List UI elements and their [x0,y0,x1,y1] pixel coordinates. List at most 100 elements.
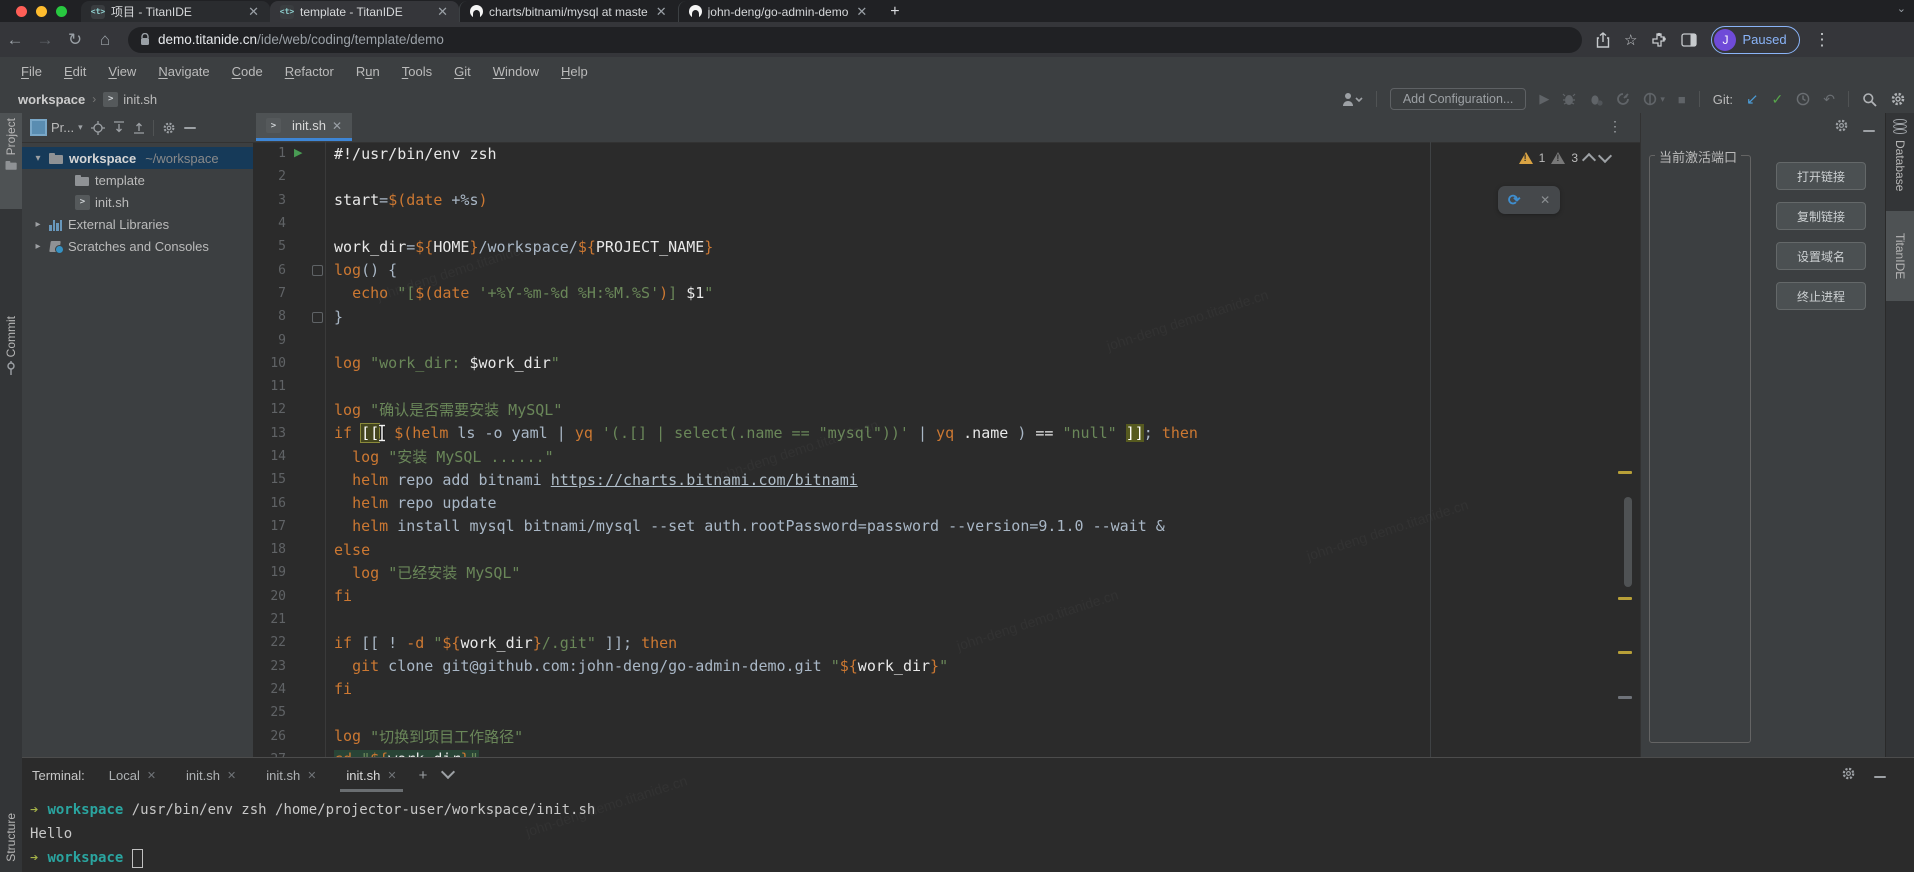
fold-marker-icon[interactable] [312,312,323,323]
tree-row[interactable]: template [22,169,253,191]
panel-settings-gear-icon[interactable] [1834,118,1849,138]
maximize-window-icon[interactable] [56,6,67,17]
info-mark[interactable] [1618,696,1632,699]
rollback-icon[interactable]: ↶ [1823,91,1835,108]
code-line[interactable]: log "work_dir: $work_dir" [325,352,1640,375]
code-line[interactable]: if [[ ! -d "${work_dir}/.git" ]]; then [325,631,1640,654]
panel-settings-gear-icon[interactable] [162,121,176,135]
macos-window-controls[interactable] [0,0,81,22]
user-dropdown-icon[interactable] [1341,92,1363,107]
close-icon[interactable]: ✕ [332,119,342,133]
warning-mark[interactable] [1618,597,1632,600]
tree-expander-icon[interactable]: ▸ [32,241,44,252]
browser-tab[interactable]: john-deng/go-admin-demo✕ [678,1,879,22]
scrollbar-thumb[interactable] [1624,497,1632,587]
code-line[interactable]: } [325,305,1640,328]
breadcrumb-file[interactable]: init.sh [123,92,157,107]
terminal-output[interactable]: ➔workspace /usr/bin/env zsh /home/projec… [22,792,1914,870]
menu-edit[interactable]: Edit [53,64,97,79]
code-line[interactable] [325,375,1640,398]
code-row[interactable]: 16 helm repo update [253,491,1640,514]
code-row[interactable]: 11 [253,375,1640,398]
warning-mark[interactable] [1618,651,1632,654]
code-line[interactable] [325,212,1640,235]
refresh-icon[interactable]: ⟳ [1508,191,1521,209]
code-row[interactable]: 26log "切换到项目工作路径" [253,724,1640,747]
forward-icon[interactable]: → [30,30,60,50]
editor-tab-init-sh[interactable]: > init.sh ✕ [256,113,352,141]
settings-gear-icon[interactable] [1890,91,1906,107]
code-line[interactable]: fi [325,585,1640,608]
code-line[interactable]: git clone git@github.com:john-deng/go-ad… [325,655,1640,678]
code-line[interactable]: log() { [325,258,1640,281]
code-line[interactable]: #!/usr/bin/env zsh [325,142,1640,165]
code-row[interactable]: 2 [253,165,1640,188]
code-row[interactable]: 15 helm repo add bitnami https://charts.… [253,468,1640,491]
menu-navigate[interactable]: Navigate [147,64,220,79]
close-tab-icon[interactable]: ✕ [654,4,669,20]
code-line[interactable]: log "切换到项目工作路径" [325,724,1640,747]
code-line[interactable]: cd "${work_dir}" [325,748,1640,757]
tool-stripe-titanide[interactable]: TitanIDE [1886,211,1914,301]
code-row[interactable]: 5work_dir=${HOME}/workspace/${PROJECT_NA… [253,235,1640,258]
browser-tab[interactable]: <t>项目 - TitanIDE✕ [81,1,270,22]
code-line[interactable] [325,701,1640,724]
address-bar[interactable]: demo.titanide.cn/ide/web/coding/template… [128,27,1582,53]
close-icon[interactable]: ✕ [227,769,236,782]
menu-view[interactable]: View [97,64,147,79]
code-line[interactable]: log "确认是否需要安装 MySQL" [325,398,1640,421]
terminal-tab[interactable]: init.sh✕ [260,758,322,792]
code-row[interactable]: 1▶#!/usr/bin/env zsh [253,142,1640,165]
error-stripe[interactable] [1618,142,1634,757]
close-tab-icon[interactable]: ✕ [435,4,450,20]
back-icon[interactable]: ← [0,30,30,50]
editor-options-kebab-icon[interactable]: ⋮ [1608,118,1622,135]
code-row[interactable]: 25 [253,701,1640,724]
code-row[interactable]: 9 [253,328,1640,351]
attach-debug-icon[interactable] [1589,92,1603,106]
code-line[interactable] [325,328,1640,351]
minimize-window-icon[interactable] [36,6,47,17]
code-row[interactable]: 10log "work_dir: $work_dir" [253,352,1640,375]
code-row[interactable]: 22if [[ ! -d "${work_dir}/.git" ]]; then [253,631,1640,654]
debug-bug-icon[interactable] [1562,92,1576,106]
terminal-tab[interactable]: init.sh✕ [340,758,402,792]
refresh-popup[interactable]: ⟳ ✕ [1498,186,1560,214]
close-tab-icon[interactable]: ✕ [854,4,869,20]
port-button[interactable]: 设置域名 [1776,242,1866,270]
editor-body[interactable]: 1▶#!/usr/bin/env zsh23start=$(date +%s)4… [253,142,1640,757]
menu-tools[interactable]: Tools [391,64,443,79]
extensions-puzzle-icon[interactable] [1651,32,1667,48]
code-line[interactable]: start=$(date +%s) [325,189,1640,212]
new-terminal-plus-icon[interactable]: + [419,767,428,784]
stop-icon[interactable]: ■ [1678,92,1686,107]
hide-terminal-icon[interactable] [1874,766,1886,784]
code-line[interactable]: work_dir=${HOME}/workspace/${PROJECT_NAM… [325,235,1640,258]
menu-window[interactable]: Window [482,64,550,79]
close-icon[interactable]: ✕ [307,769,316,782]
port-button[interactable]: 复制链接 [1776,202,1866,230]
tree-expander-icon[interactable]: ▾ [32,153,44,164]
home-icon[interactable]: ⌂ [90,30,120,50]
tool-stripe-project[interactable]: Project [0,113,22,209]
code-row[interactable]: 4 [253,212,1640,235]
prev-issue-chevron-icon[interactable] [1582,153,1596,167]
code-line[interactable]: if [[ $(helm ls -o yaml | yq '(.[] | sel… [325,422,1640,445]
code-line[interactable]: log "安装 MySQL ......" [325,445,1640,468]
menu-file[interactable]: File [10,64,53,79]
port-button[interactable]: 打开链接 [1776,162,1866,190]
new-tab-button[interactable]: + [878,1,911,22]
code-row[interactable]: 21 [253,608,1640,631]
code-line[interactable] [325,608,1640,631]
git-commit-check-icon[interactable]: ✓ [1772,91,1784,108]
tree-row[interactable]: ▸External Libraries [22,213,253,235]
menu-git[interactable]: Git [443,64,482,79]
browser-tab[interactable]: charts/bitnami/mysql at maste✕ [459,1,678,22]
tree-expander-icon[interactable]: ▸ [32,219,44,230]
code-line[interactable]: helm repo add bitnami https://charts.bit… [325,468,1640,491]
next-issue-chevron-icon[interactable] [1598,149,1612,163]
menu-code[interactable]: Code [221,64,274,79]
code-line[interactable]: helm install mysql bitnami/mysql --set a… [325,515,1640,538]
code-row[interactable]: 20fi [253,585,1640,608]
code-row[interactable]: 7 echo "[$(date '+%Y-%m-%d %H:%M.%S')] $… [253,282,1640,305]
